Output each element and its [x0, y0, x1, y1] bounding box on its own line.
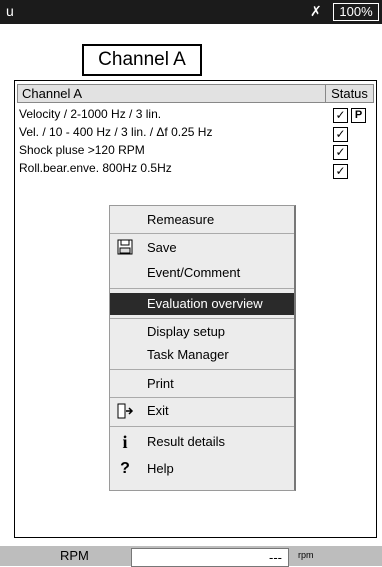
- floppy-disk-icon: [116, 239, 134, 257]
- row-label: Velocity / 2-1000 Hz / 3 lin.: [19, 107, 162, 121]
- table-header: Channel A Status: [17, 84, 374, 103]
- menu-divider: [110, 397, 294, 398]
- rpm-unit: rpm: [298, 550, 314, 560]
- row-label: Vel. / 10 - 400 Hz / 3 lin. / Δf 0.25 Hz: [19, 125, 213, 139]
- menu-item-help[interactable]: ? Help: [110, 458, 294, 480]
- battery-indicator: 100%: [333, 3, 379, 21]
- menu-divider: [110, 233, 294, 234]
- info-icon: i: [122, 432, 128, 452]
- menu-item-display-setup[interactable]: Display setup: [110, 321, 294, 343]
- app-label: u: [6, 3, 14, 19]
- rpm-value-field[interactable]: ---: [131, 548, 289, 567]
- status-badge: P: [351, 108, 366, 123]
- rpm-bar: RPM --- rpm: [0, 546, 382, 567]
- column-status: Status: [325, 85, 373, 102]
- menu-divider: [110, 369, 294, 370]
- status-check-icon: ✓: [333, 108, 348, 123]
- context-menu: Remeasure Save Event/Comment Evaluation …: [109, 205, 296, 491]
- table-row[interactable]: Shock pluse >120 RPM: [19, 143, 145, 161]
- menu-item-remeasure[interactable]: Remeasure: [110, 209, 294, 231]
- table-row[interactable]: Velocity / 2-1000 Hz / 3 lin.: [19, 107, 161, 125]
- menu-divider: [110, 288, 294, 289]
- help-icon: ?: [120, 460, 130, 477]
- menu-item-event-comment[interactable]: Event/Comment: [110, 262, 294, 284]
- menu-item-exit[interactable]: Exit: [110, 400, 294, 422]
- menu-item-result-details[interactable]: i Result details: [110, 431, 294, 453]
- status-check-icon: ✓: [333, 164, 348, 179]
- menu-divider: [110, 318, 294, 319]
- menu-item-save[interactable]: Save: [110, 237, 294, 259]
- table-row[interactable]: Vel. / 10 - 400 Hz / 3 lin. / Δf 0.25 Hz: [19, 125, 212, 143]
- menu-divider: [110, 426, 294, 427]
- column-channel: Channel A: [22, 86, 82, 101]
- rpm-label: RPM: [60, 548, 89, 563]
- battery-warning-icon: ✗: [310, 3, 322, 19]
- rpm-value: ---: [269, 550, 282, 565]
- top-status-bar: u ✗ 100%: [0, 0, 382, 24]
- row-label: Roll.bear.enve. 800Hz 0.5Hz: [19, 161, 172, 175]
- row-label: Shock pluse >120 RPM: [19, 143, 145, 157]
- exit-door-icon: [116, 402, 134, 420]
- status-check-icon: ✓: [333, 145, 348, 160]
- channel-title: Channel A: [82, 44, 202, 76]
- table-row[interactable]: Roll.bear.enve. 800Hz 0.5Hz: [19, 161, 172, 179]
- status-check-icon: ✓: [333, 127, 348, 142]
- menu-item-evaluation-overview[interactable]: Evaluation overview: [110, 293, 294, 315]
- menu-item-print[interactable]: Print: [110, 373, 294, 395]
- menu-item-task-manager[interactable]: Task Manager: [110, 344, 294, 366]
